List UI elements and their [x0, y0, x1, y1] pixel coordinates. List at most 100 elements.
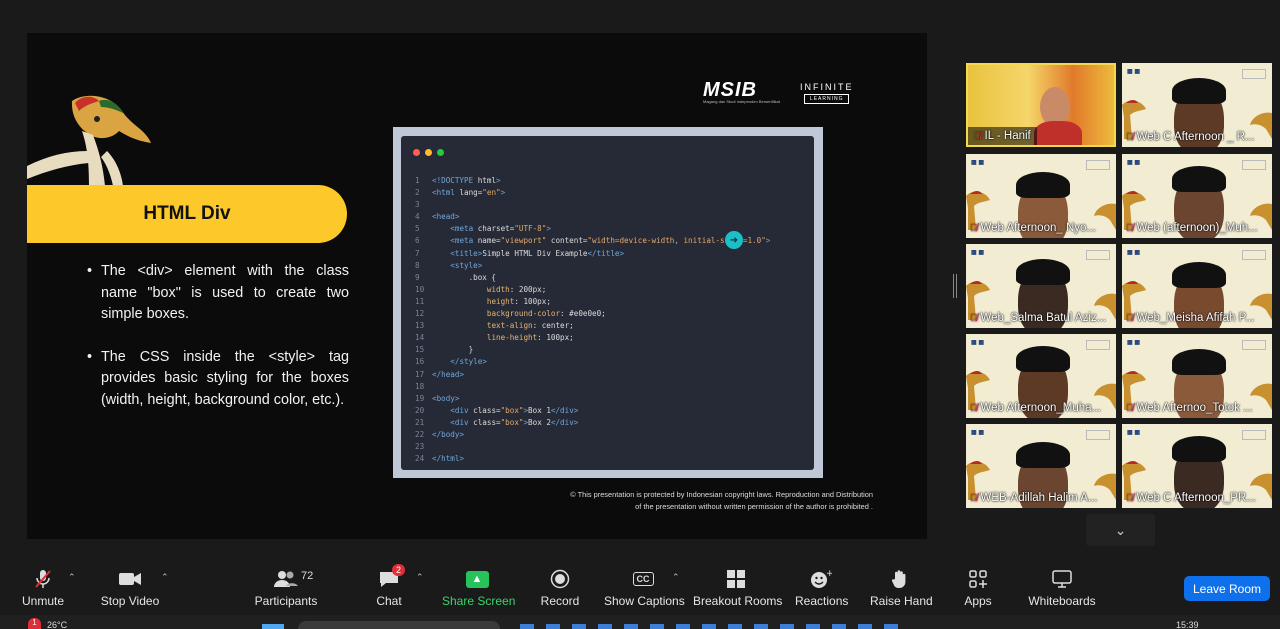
whiteboard-icon — [1026, 568, 1098, 590]
os-taskbar: 1 26°C 15:39 — [0, 615, 1280, 629]
background-logo: ▦ ▦ — [1127, 430, 1141, 436]
code-line: 10 width: 200px; — [415, 284, 547, 294]
minimize-dot-icon — [425, 149, 432, 156]
background-badge — [1242, 340, 1266, 350]
zoom-meeting-window: HTML Div The <div> element with the clas… — [0, 0, 1280, 629]
code-line: 24 </html> — [415, 454, 465, 464]
participant-tile[interactable]: ▦ ▦ 🎙̸ Web_Meisha Afifah P... — [1122, 244, 1272, 328]
participant-hair — [1172, 166, 1226, 192]
muted-mic-icon: 🎙̸ — [970, 312, 978, 324]
wayang-puppet-illustration — [27, 95, 151, 186]
smiley-plus-icon: + — [795, 568, 847, 590]
participant-name-label: 🎙̸ WEB-Adillah Halim A... — [970, 490, 1112, 506]
participant-hair — [1172, 349, 1226, 375]
background-badge — [1086, 430, 1110, 440]
whiteboards-button[interactable]: Whiteboards — [1026, 568, 1098, 608]
muted-mic-icon: 🎙̸ — [970, 222, 978, 234]
participant-tile[interactable]: 🎙̸ IL - Hanif — [966, 63, 1116, 147]
participant-tile[interactable]: ▦ ▦ 🎙̸ Web Afternoon_ Nyo... — [966, 154, 1116, 238]
code-line: 18 — [415, 381, 425, 391]
shared-slide: HTML Div The <div> element with the clas… — [27, 33, 927, 539]
raise-hand-button[interactable]: Raise Hand — [870, 568, 933, 608]
participant-tile[interactable]: ▦ ▦ 🎙̸ Web_Salma Batul Aziz... — [966, 244, 1116, 328]
code-line: 7 <title>Simple HTML Div Example</title> — [415, 248, 625, 258]
participant-name-label: 🎙̸ Web (afternoon)_Muh... — [1126, 220, 1268, 236]
taskbar-app-icons[interactable] — [520, 624, 910, 629]
captions-options-chevron-icon[interactable]: ⌃ — [672, 572, 680, 583]
split-drag-handle[interactable] — [953, 274, 957, 298]
stop-video-button[interactable]: Stop Video — [98, 568, 162, 608]
breakout-rooms-button[interactable]: Breakout Rooms — [693, 568, 782, 608]
code-line: 2 <html lang="en"> — [415, 188, 506, 198]
participant-hair — [1016, 346, 1070, 372]
participant-name-label: 🎙̸ Web C Afternoon _ R... — [1126, 129, 1268, 145]
participant-name-label: 🎙̸ Web Afternoo_Totok ... — [1126, 400, 1268, 416]
code-line: 4 <head> — [415, 212, 460, 222]
participant-name-label: 🎙̸ Web_Salma Batul Aziz... — [970, 310, 1112, 326]
taskbar-search-box[interactable] — [298, 621, 500, 629]
leave-room-button[interactable]: Leave Room — [1184, 576, 1270, 601]
participant-name: Web Afternoo_Totok ... — [1136, 402, 1253, 414]
participant-tile[interactable]: ▦ ▦ 🎙̸ Web C Afternoon_PR... — [1122, 424, 1272, 508]
participant-name: Web_Meisha Afifah P... — [1136, 312, 1255, 324]
presenter-cursor-icon: ➜ — [725, 231, 743, 249]
code-block: 1 <!DOCTYPE html> 2 <html lang="en"> 3 4 <head… — [415, 175, 770, 465]
record-button[interactable]: Record — [538, 568, 582, 608]
chat-options-chevron-icon[interactable]: ⌃ — [416, 572, 424, 583]
muted-mic-icon: 🎙̸ — [970, 402, 978, 414]
participant-name-label: 🎙̸ Web Afternoon_Muha... — [970, 400, 1112, 416]
participants-count: 72 — [301, 570, 314, 582]
participant-name: IL - Hanif — [984, 130, 1031, 142]
closed-captions-icon: CC — [604, 568, 682, 590]
background-logo: ▦ ▦ — [1127, 160, 1141, 166]
participant-video — [1034, 121, 1082, 145]
participant-tile[interactable]: ▦ ▦ 🎙̸ Web Afternoon_Muha... — [966, 334, 1116, 418]
participant-name: Web (afternoon)_Muh... — [1136, 222, 1258, 234]
background-badge — [1086, 250, 1110, 260]
code-line: 22 </body> — [415, 429, 465, 439]
participant-hair — [1016, 442, 1070, 468]
background-logo: ▦ ▦ — [971, 430, 985, 436]
participant-tile[interactable]: ▦ ▦ 🎙̸ Web Afternoo_Totok ... — [1122, 334, 1272, 418]
reactions-button[interactable]: + Reactions — [795, 568, 848, 608]
chat-unread-badge: 2 — [392, 564, 406, 576]
gallery-next-page-button[interactable]: ⌄ — [1086, 514, 1155, 546]
participant-name: Web Afternoon_Muha... — [980, 402, 1102, 414]
participant-name: Web C Afternoon _ R... — [1136, 131, 1255, 143]
breakout-rooms-grid-icon — [693, 568, 779, 590]
apps-button[interactable]: Apps — [958, 568, 998, 608]
windows-start-icon[interactable] — [262, 624, 284, 629]
weather-temperature: 26°C — [47, 620, 68, 629]
muted-mic-icon: 🎙̸ — [1126, 312, 1134, 324]
participant-tile[interactable]: ▦ ▦ 🎙̸ Web C Afternoon _ R... — [1122, 63, 1272, 147]
muted-mic-icon: 🎙̸ — [1126, 402, 1134, 414]
code-line: 11 height: 100px; — [415, 296, 551, 306]
participant-hair — [1016, 259, 1070, 285]
show-captions-button[interactable]: CC Show Captions — [604, 568, 685, 608]
slide-bullet: The <div> element with the class name "b… — [87, 261, 349, 326]
code-line: 1 <!DOCTYPE html> — [415, 176, 501, 185]
weather-badge-icon: 1 — [28, 618, 41, 629]
video-options-chevron-icon[interactable]: ⌃ — [161, 572, 169, 583]
participant-name: WEB-Adillah Halim A... — [980, 492, 1098, 504]
code-line: 15 } — [415, 345, 474, 355]
background-badge — [1086, 340, 1110, 350]
audio-options-chevron-icon[interactable]: ⌃ — [68, 572, 76, 583]
share-screen-icon: ▲ — [442, 568, 512, 590]
background-badge — [1242, 160, 1266, 170]
code-line: 5 <meta charset="UTF-8"> — [415, 224, 551, 234]
participant-hair — [1172, 262, 1226, 288]
code-line: 21 <div class="box">Box 2</div> — [415, 417, 579, 427]
background-logo: ▦ ▦ — [1127, 69, 1141, 75]
participant-name-label: 🎙̸ IL - Hanif — [968, 127, 1037, 145]
muted-mic-icon: 🎙̸ — [1126, 222, 1134, 234]
msib-logo: MSIB Magang dan Studi Independen Bersert… — [703, 79, 780, 104]
share-screen-button[interactable]: ▲ Share Screen — [442, 568, 515, 608]
code-line: 3 — [415, 200, 420, 210]
chevron-down-icon: ⌄ — [1114, 521, 1127, 538]
participant-name-label: 🎙̸ Web_Meisha Afifah P... — [1126, 310, 1268, 326]
unmute-button[interactable]: Unmute — [14, 568, 72, 608]
participant-name: Web C Afternoon_PR... — [1136, 492, 1256, 504]
participant-tile[interactable]: ▦ ▦ 🎙̸ Web (afternoon)_Muh... — [1122, 154, 1272, 238]
participant-tile[interactable]: ▦ ▦ 🎙̸ WEB-Adillah Halim A... — [966, 424, 1116, 508]
